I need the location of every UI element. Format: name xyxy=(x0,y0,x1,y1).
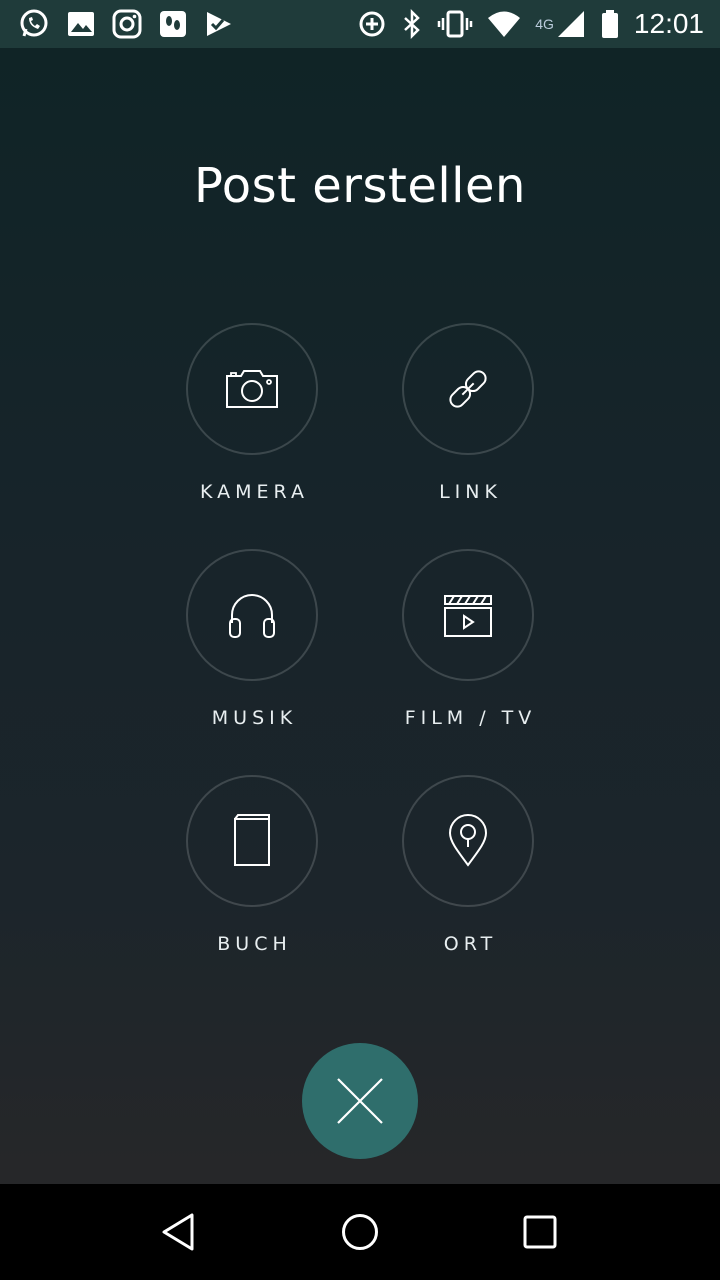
link-button[interactable] xyxy=(402,323,534,455)
option-label: KAMERA xyxy=(200,481,309,503)
musik-button[interactable] xyxy=(186,549,318,681)
page-title: Post erstellen xyxy=(194,158,526,214)
option-label: ORT xyxy=(443,933,498,955)
whatsapp-icon xyxy=(18,8,50,40)
book-icon xyxy=(234,814,270,866)
option-link[interactable]: LINK xyxy=(360,323,576,503)
cell-signal-icon xyxy=(557,11,584,37)
buch-button[interactable] xyxy=(186,775,318,907)
network-type-label: 4G xyxy=(535,16,554,32)
option-label: MUSIK xyxy=(211,707,298,729)
home-icon xyxy=(342,1214,378,1250)
headphones-icon xyxy=(229,594,275,638)
foursquare-icon xyxy=(158,9,188,39)
ort-button[interactable] xyxy=(402,775,534,907)
option-label: BUCH xyxy=(217,933,292,955)
close-button[interactable] xyxy=(302,1043,418,1159)
clock: 12:01 xyxy=(633,8,704,39)
location-pin-icon xyxy=(448,814,488,867)
kamera-button[interactable] xyxy=(186,323,318,455)
data-saver-icon xyxy=(357,9,387,39)
recents-icon xyxy=(523,1215,557,1249)
option-label: FILM / TV xyxy=(404,707,537,729)
option-musik[interactable]: MUSIK xyxy=(144,549,360,729)
back-icon xyxy=(162,1213,194,1251)
option-label: LINK xyxy=(439,481,502,503)
battery-icon xyxy=(600,9,620,39)
camera-icon xyxy=(226,370,278,408)
clapperboard-icon xyxy=(444,595,492,637)
option-kamera[interactable]: KAMERA xyxy=(144,323,360,503)
link-icon xyxy=(449,370,487,408)
film-tv-button[interactable] xyxy=(402,549,534,681)
home-button[interactable] xyxy=(330,1202,390,1262)
option-film-tv[interactable]: FILM / TV xyxy=(360,549,576,729)
vibrate-icon xyxy=(437,9,473,39)
bluetooth-icon xyxy=(401,9,423,39)
option-buch[interactable]: BUCH xyxy=(144,775,360,955)
status-bar: 4G 12:01 xyxy=(0,0,720,48)
option-ort[interactable]: ORT xyxy=(360,775,576,955)
recents-button[interactable] xyxy=(510,1202,570,1262)
gallery-icon xyxy=(66,9,96,39)
navigation-bar xyxy=(0,1184,720,1280)
wifi-icon xyxy=(487,9,521,39)
close-icon xyxy=(337,1078,383,1124)
instagram-icon xyxy=(112,9,142,39)
network-indicator: 4G xyxy=(535,9,586,39)
check-app-icon xyxy=(204,9,234,39)
back-button[interactable] xyxy=(150,1202,210,1262)
